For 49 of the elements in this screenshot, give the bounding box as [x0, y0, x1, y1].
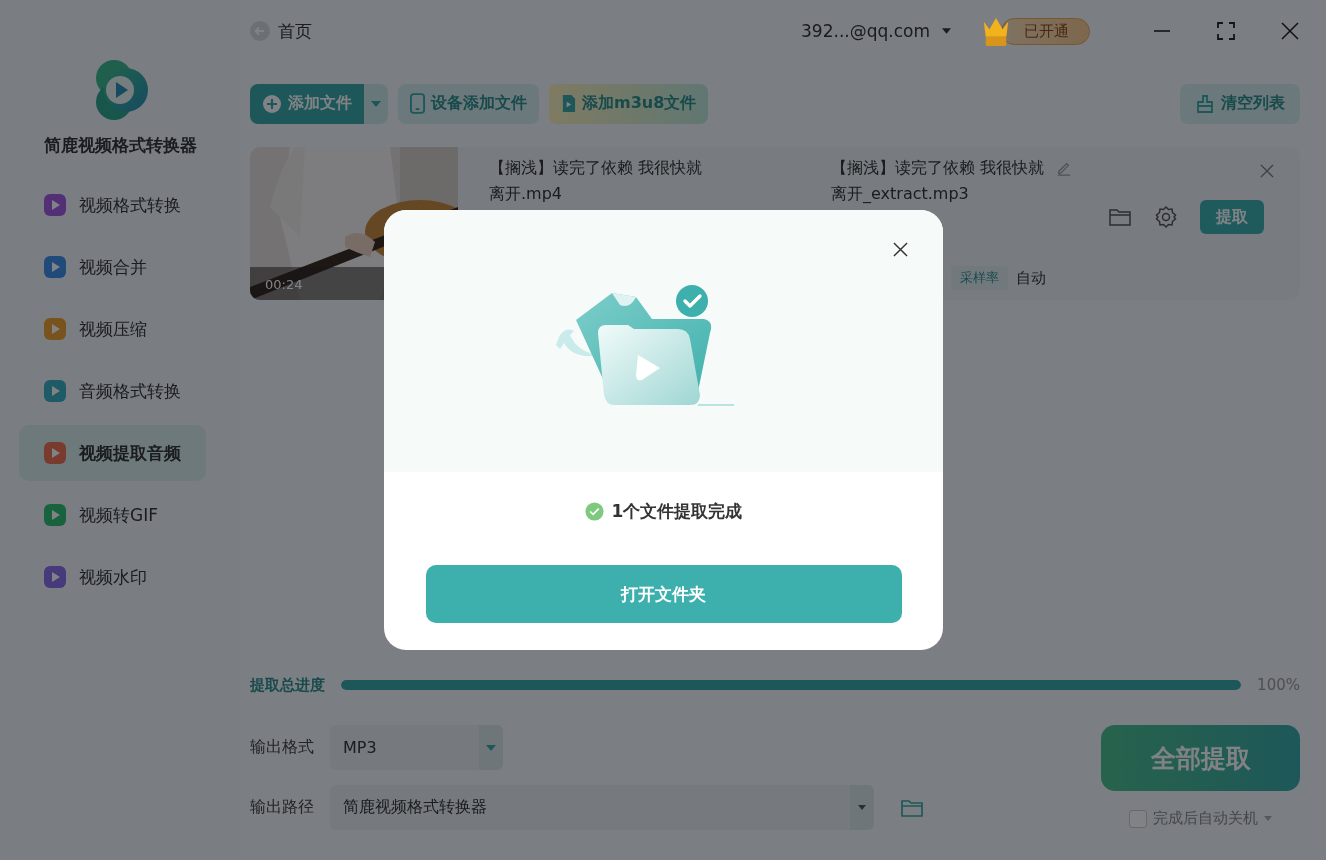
sidebar-item[interactable]: 视频水印	[19, 549, 206, 605]
close-icon[interactable]	[893, 242, 908, 257]
device-add-button[interactable]: 设备添加文件	[398, 83, 539, 124]
menu-item-icon	[43, 441, 67, 465]
sidebar-item[interactable]: 视频格式转换	[19, 177, 206, 233]
output-file-name: 【搁浅】读完了依赖 我很快就离开_extract.mp3	[831, 157, 1046, 205]
output-format-label: 输出格式	[250, 737, 314, 758]
pencil-icon[interactable]	[1056, 160, 1072, 176]
path-select[interactable]: 简鹿视频格式转换器	[330, 785, 874, 830]
sidebar-item[interactable]: 视频压缩	[19, 301, 206, 357]
sample-rate-value: 自动	[1016, 268, 1046, 288]
add-m3u8-button[interactable]: 添加m3u8文件	[549, 83, 709, 124]
home-back-button[interactable]: 首页	[250, 19, 312, 43]
menu-item-icon	[43, 503, 67, 527]
menu-item-icon	[43, 565, 67, 589]
video-duration: 00:24	[265, 277, 303, 292]
sidebar-item[interactable]: 视频合并	[19, 239, 206, 295]
menu-item-icon	[43, 255, 67, 279]
output-path-label: 输出路径	[250, 797, 314, 818]
settings-icon[interactable]	[1154, 205, 1178, 229]
checkbox[interactable]	[1129, 809, 1147, 828]
menu-item-icon	[43, 317, 67, 341]
sidebar-item[interactable]: 视频提取音频	[19, 425, 206, 481]
account-dropdown[interactable]: 392...@qq.com	[801, 21, 951, 41]
caret-icon[interactable]	[858, 805, 866, 810]
plus-icon[interactable]	[262, 93, 282, 114]
vip-status-badge: 已开通	[1001, 17, 1090, 45]
open-folder-button[interactable]: 打开文件夹	[425, 565, 902, 623]
progress-label: 提取总进度	[250, 675, 325, 695]
video-file-icon[interactable]	[561, 94, 576, 113]
dropdown-caret-icon[interactable]	[364, 83, 388, 124]
extract-button[interactable]: 提取	[1200, 200, 1264, 234]
menu-item-icon	[43, 379, 67, 403]
format-select[interactable]: MP3	[330, 725, 503, 770]
caret-icon[interactable]	[942, 28, 951, 34]
sidebar-item[interactable]: 音频格式转换	[19, 363, 206, 419]
app-name: 简鹿视频格式转换器	[43, 134, 197, 157]
dialog-message: 1个文件提取完成	[611, 500, 743, 523]
menu-item-icon	[43, 193, 67, 217]
maximize-icon[interactable]	[1216, 21, 1236, 41]
clear-list-button[interactable]: 清空列表	[1180, 83, 1300, 124]
caret-icon[interactable]	[486, 744, 496, 751]
add-file-button[interactable]: 添加文件	[250, 83, 364, 124]
source-file-name: 【搁浅】读完了依赖 我很快就离开.mp4	[489, 157, 704, 205]
sidebar-item[interactable]: 视频转GIF	[19, 487, 206, 543]
broom-icon[interactable]	[1195, 93, 1215, 114]
phone-icon[interactable]	[410, 93, 425, 114]
success-check-icon	[584, 502, 604, 521]
sample-rate-tag: 采样率	[951, 266, 1008, 290]
